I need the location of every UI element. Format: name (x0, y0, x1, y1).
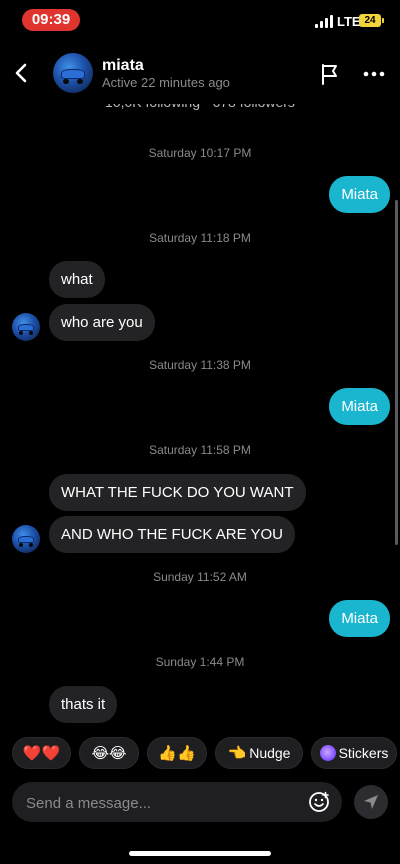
sticker-icon (319, 745, 336, 761)
chat-header: miata Active 22 minutes ago (0, 44, 400, 104)
sender-avatar[interactable] (12, 525, 40, 553)
timestamp: Saturday 11:18 PM (149, 231, 251, 245)
message-incoming[interactable]: WHAT THE FUCK DO YOU WANT (49, 474, 306, 511)
signal-icon (315, 14, 335, 28)
more-icon (363, 71, 385, 77)
report-button[interactable] (318, 62, 342, 86)
send-icon (364, 795, 378, 809)
emoji-button[interactable] (308, 791, 330, 813)
message-incoming[interactable]: AND WHO THE FUCK ARE YOU (49, 516, 295, 553)
smiley-icon (309, 791, 329, 812)
home-indicator[interactable] (129, 851, 271, 856)
message-incoming[interactable]: who are you (49, 304, 155, 341)
active-status: Active 22 minutes ago (102, 75, 230, 90)
timestamp: Sunday 11:52 AM (153, 570, 247, 584)
message-list[interactable]: 10,0K following · 678 followers Saturday… (0, 88, 400, 734)
reaction-laughing[interactable]: 😂😂 (79, 737, 139, 769)
reaction-thumbs-up[interactable]: 👍👍 (147, 737, 207, 769)
stickers-button[interactable]: Stickers (311, 737, 397, 769)
thumbs-up-emoji-icon: 👍👍 (158, 744, 196, 762)
chevron-left-icon (15, 63, 27, 83)
scrollbar[interactable] (395, 200, 398, 545)
timestamp: Saturday 11:58 PM (149, 443, 251, 457)
quick-reactions-bar: ❤️❤️ 😂😂 👍👍 👈 Nudge Stickers (0, 737, 400, 771)
message-composer (12, 782, 342, 824)
back-button[interactable] (10, 58, 34, 88)
timestamp: Saturday 11:38 PM (149, 358, 251, 372)
message-outgoing[interactable]: Miata (329, 176, 390, 213)
timestamp: Saturday 10:17 PM (148, 146, 252, 160)
nudge-label: Nudge (249, 745, 291, 761)
contact-avatar[interactable] (53, 53, 93, 93)
reaction-hearts[interactable]: ❤️❤️ (12, 737, 71, 769)
status-time: 09:39 (22, 9, 80, 31)
nudge-button[interactable]: 👈 Nudge (215, 737, 303, 769)
message-incoming[interactable]: what (49, 261, 105, 298)
contact-name[interactable]: miata (102, 57, 144, 75)
flag-icon (322, 64, 337, 85)
more-options-button[interactable] (360, 64, 388, 84)
message-outgoing[interactable]: Miata (329, 600, 390, 637)
status-bar: 09:39 LTE 24 (0, 0, 400, 44)
laughing-emoji-icon: 😂😂 (91, 744, 127, 762)
sender-avatar[interactable] (12, 313, 40, 341)
stickers-label: Stickers (338, 745, 389, 761)
message-incoming[interactable]: thats it (49, 686, 118, 723)
timestamp: Sunday 1:44 PM (155, 655, 245, 669)
send-button[interactable] (354, 785, 388, 819)
message-input[interactable] (24, 782, 298, 824)
battery-icon: 24 (359, 14, 384, 27)
heart-emoji-icon: ❤️❤️ (22, 744, 61, 762)
message-outgoing[interactable]: Miata (329, 388, 390, 425)
pointing-hand-icon: 👈 (227, 744, 247, 762)
network-label: LTE (337, 14, 361, 29)
